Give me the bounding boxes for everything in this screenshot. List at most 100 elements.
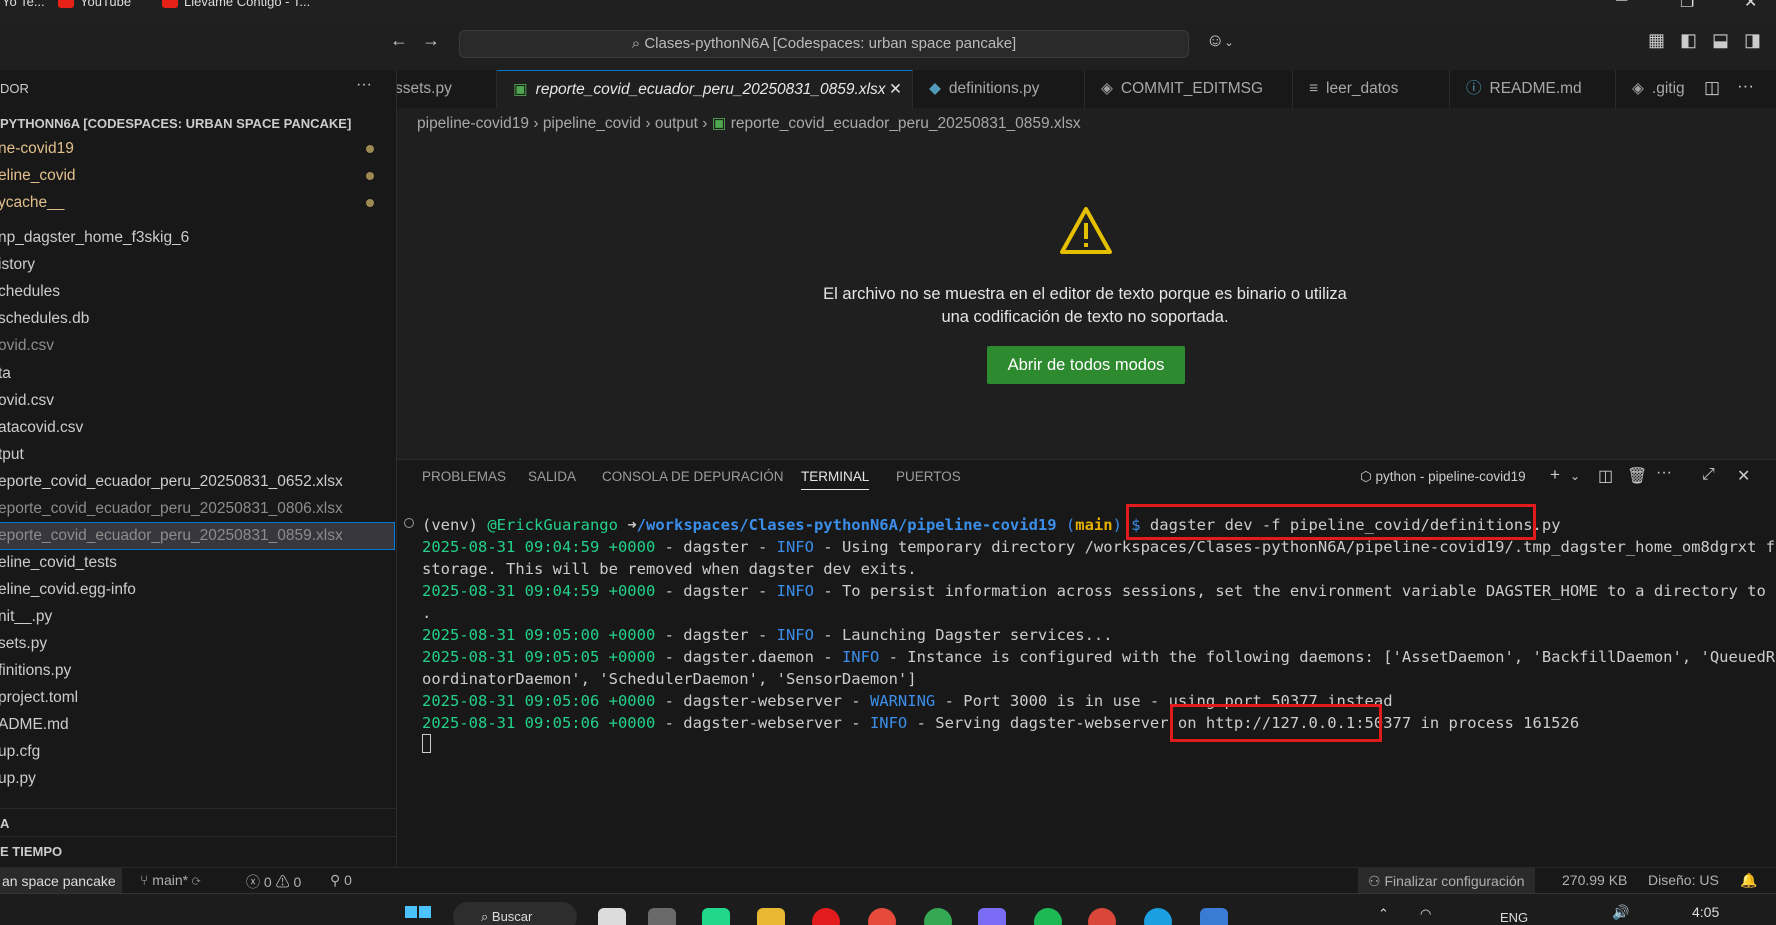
chrome-profile-icon[interactable] [1088, 908, 1116, 925]
bookmark-youtube[interactable]: YouTube [58, 0, 131, 9]
sidebar-file-item[interactable]: eporte_covid_ecuador_peru_20250831_0652.… [0, 469, 396, 495]
app-icon[interactable] [648, 908, 676, 925]
sidebar-file-item[interactable]: eporte_covid_ecuador_peru_20250831_0859.… [0, 522, 395, 550]
sidebar-file-item[interactable]: eporte_covid_ecuador_peru_20250831_0806.… [0, 496, 396, 522]
more-actions-icon[interactable]: ··· [1737, 76, 1754, 96]
more-actions-icon[interactable]: ··· [1656, 464, 1672, 482]
sidebar-file-item[interactable]: nit__.py [0, 604, 396, 630]
split-terminal-icon[interactable]: ◫ [1598, 466, 1613, 486]
sidebar-file-item[interactable]: ovid.csv [0, 388, 396, 414]
sidebar-file-item[interactable]: eline_covid.egg-info [0, 577, 396, 603]
split-editor-icon[interactable]: ◫ [1704, 78, 1720, 98]
ports-indicator[interactable]: ⚲ 0 [330, 872, 352, 889]
sidebar-file-item[interactable]: up.cfg [0, 739, 396, 765]
breadcrumb-item[interactable]: pipeline-covid19 [417, 115, 529, 132]
toggle-panel-icon[interactable]: ⬓ [1712, 30, 1729, 51]
sidebar-file-item[interactable]: ta [0, 361, 396, 387]
remote-indicator[interactable]: an space pancake [0, 868, 122, 894]
taskbar-search[interactable]: ⌕ Buscar [453, 902, 577, 925]
tab-commit-editmsg[interactable]: ◈ COMMIT_EDITMSG [1085, 70, 1293, 108]
wifi-icon[interactable]: ◠ [1420, 906, 1431, 922]
breadcrumb-item[interactable]: output [655, 115, 698, 132]
tab-assets[interactable]: ssets.py [397, 70, 497, 108]
timeline-section[interactable]: E TIEMPO [0, 844, 62, 859]
file-explorer-icon[interactable] [757, 908, 785, 925]
opera-icon[interactable] [812, 908, 840, 925]
layout-controls-icon[interactable]: ▦ [1648, 30, 1665, 51]
problems-indicator[interactable]: ⓧ 0 ⚠ 0 [246, 872, 301, 892]
input-language[interactable]: ENG [1500, 910, 1528, 925]
bookmark-item[interactable]: Llévame Contigo - T... [162, 0, 310, 9]
minimize-icon[interactable]: ─ [1616, 0, 1627, 10]
back-arrow-icon[interactable]: ← [390, 30, 408, 51]
edge-icon[interactable] [1144, 908, 1172, 925]
notifications-icon[interactable]: 🔔 [1740, 872, 1757, 889]
spotify-icon[interactable] [1034, 908, 1062, 925]
tab-ports[interactable]: PUERTOS [896, 469, 961, 484]
notes-icon[interactable] [1200, 908, 1228, 925]
tab-debug-console[interactable]: CONSOLA DE DEPURACIÓN [602, 469, 784, 484]
breadcrumb-item[interactable]: reporte_covid_ecuador_peru_20250831_0859… [731, 115, 1081, 132]
clock[interactable]: 4:05 [1692, 904, 1719, 920]
sidebar-file-item[interactable]: chedules [0, 279, 396, 305]
sidebar-file-item[interactable]: up.py [0, 766, 396, 792]
sidebar-file-item[interactable]: atacovid.csv [0, 415, 396, 441]
toggle-sidebar-icon[interactable]: ◧ [1680, 30, 1697, 51]
sidebar-file-item[interactable]: istory [0, 252, 396, 278]
keyboard-layout[interactable]: Diseño: US [1648, 872, 1719, 888]
sidebar-file-item[interactable]: ADME.md [0, 712, 396, 738]
command-center[interactable]: ⌕ Clases-pythonN6A [Codespaces: urban sp… [459, 30, 1189, 58]
sidebar-file-item[interactable]: tput [0, 442, 396, 468]
trash-icon[interactable]: 🗑 [1627, 466, 1647, 486]
sidebar-file-label: eline_covid.egg-info [0, 581, 136, 598]
forward-arrow-icon[interactable]: → [422, 30, 440, 51]
pycharm-icon[interactable] [702, 908, 730, 925]
chrome-profile-icon[interactable] [924, 908, 952, 925]
chevron-down-icon[interactable]: ⌄ [1570, 469, 1580, 483]
open-anyway-button[interactable]: Abrir de todos modos [987, 346, 1185, 384]
sidebar-file-item[interactable]: ycache__ [0, 190, 396, 216]
modified-dot-icon [366, 199, 374, 207]
toggle-secondary-sidebar-icon[interactable]: ◨ [1744, 30, 1761, 51]
windows-start-icon[interactable] [405, 906, 431, 925]
more-actions-icon[interactable]: ··· [356, 76, 372, 94]
tab-reporte-xlsx[interactable]: ▣ reporte_covid_ecuador_peru_20250831_085… [497, 70, 913, 108]
tab-terminal[interactable]: TERMINAL [801, 469, 870, 490]
chrome-icon[interactable] [868, 908, 896, 925]
sidebar-file-item[interactable]: finitions.py [0, 658, 396, 684]
tab-readme[interactable]: ⓘ README.md [1450, 70, 1616, 108]
log-message: Instance is configured with the followin… [907, 648, 1776, 666]
sidebar-file-item[interactable]: np_dagster_home_f3skig_6 [0, 225, 396, 251]
maximize-icon[interactable]: ❐ [1680, 0, 1694, 12]
close-icon[interactable]: ✕ [1744, 0, 1757, 12]
copilot-app-icon[interactable] [978, 908, 1006, 925]
terminal-output[interactable]: (venv) @ErickGuarango ➜/workspaces/Clase… [422, 514, 1776, 753]
tab-problems[interactable]: PROBLEMAS [422, 469, 506, 484]
breadcrumb-item[interactable]: pipeline_covid [543, 115, 641, 132]
close-tab-icon[interactable]: ✕ [889, 71, 902, 108]
maximize-panel-icon[interactable]: ⤢ [1702, 466, 1715, 484]
sidebar-file-item[interactable]: eline_covid [0, 163, 396, 189]
task-view-icon[interactable] [598, 908, 626, 925]
sidebar-file-item[interactable]: eline_covid_tests [0, 550, 396, 576]
branch-indicator[interactable]: ⑂ main* ⟳ [140, 872, 200, 888]
tab-output[interactable]: SALIDA [528, 469, 576, 484]
chevron-up-icon[interactable]: ⌃ [1378, 906, 1389, 922]
close-panel-icon[interactable]: ✕ [1737, 466, 1750, 486]
sidebar-file-item[interactable]: project.toml [0, 685, 396, 711]
terminal-selector[interactable]: ⬡ python - pipeline-covid19 [1360, 469, 1526, 485]
warning-icon: ⚠ [275, 874, 294, 890]
sidebar-file-item[interactable]: ovid.csv [0, 333, 396, 359]
sidebar-file-item[interactable]: schedules.db [0, 306, 396, 332]
project-title[interactable]: PYTHONN6A [CODESPACES: URBAN SPACE PANCA… [0, 116, 351, 131]
add-terminal-icon[interactable]: + [1550, 465, 1560, 485]
speaker-icon[interactable]: 🔊 [1612, 904, 1629, 921]
copilot-icon[interactable]: ☺⌄ [1206, 30, 1234, 51]
bookmark-item[interactable]: Yo Te... [2, 0, 45, 9]
sidebar-file-item[interactable]: ne-covid19 [0, 136, 396, 162]
finish-config-button[interactable]: ⚇ Finalizar configuración [1358, 868, 1535, 894]
outline-section[interactable]: A [0, 816, 9, 831]
sidebar-file-item[interactable]: sets.py [0, 631, 396, 657]
tab-leer-datos[interactable]: ≡ leer_datos [1293, 70, 1450, 108]
tab-definitions[interactable]: ◆ definitions.py [913, 70, 1085, 108]
